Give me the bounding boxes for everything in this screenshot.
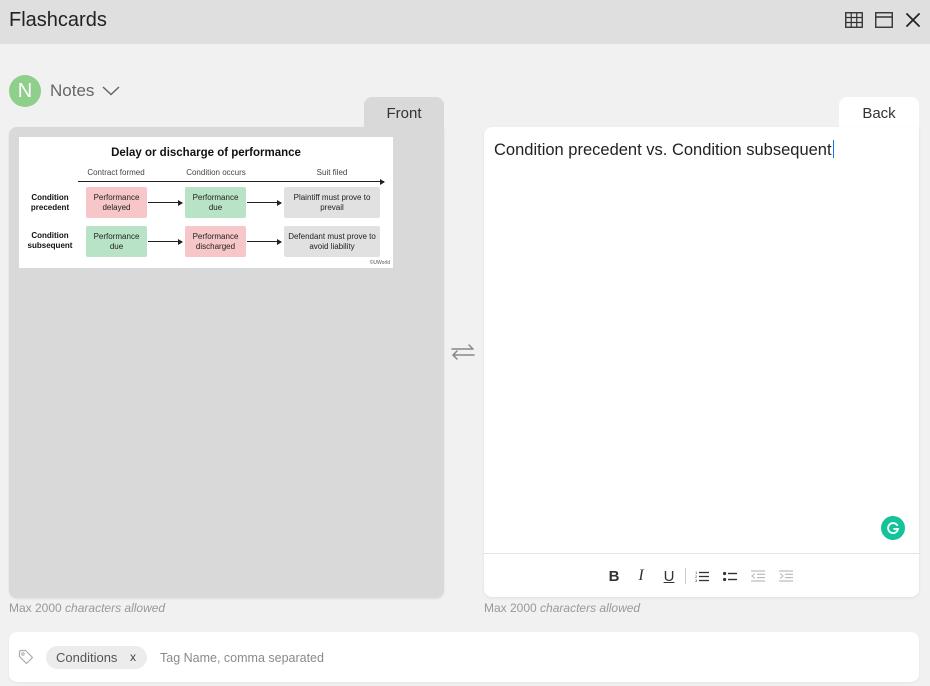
figure-row-label: Condition subsequent: [27, 231, 73, 250]
bulleted-list-icon[interactable]: [720, 566, 740, 586]
front-max-note: Max 2000 characters allowed: [9, 601, 165, 615]
figure-timeline-arrow: [78, 178, 385, 185]
figure-cell: Performance due: [185, 187, 246, 218]
front-max-text: characters allowed: [65, 601, 166, 615]
tag-bar: Conditions x: [9, 632, 919, 682]
italic-button[interactable]: I: [631, 566, 651, 586]
figure-cell: Performance delayed: [86, 187, 147, 218]
grammarly-icon[interactable]: [881, 516, 905, 540]
indent-icon[interactable]: [776, 566, 796, 586]
maximize-icon[interactable]: [874, 10, 894, 30]
deck-avatar: N: [9, 75, 41, 107]
back-text: Condition precedent vs. Condition subseq…: [494, 141, 832, 159]
swap-icon[interactable]: [451, 340, 475, 364]
figure-cell: Performance due: [86, 226, 147, 257]
figure-cell: Defendant must prove to avoid liability: [284, 226, 380, 257]
tag-icon: [18, 649, 34, 665]
figure-arrow: [247, 238, 282, 245]
figure-arrow: [148, 199, 183, 206]
back-max-note: Max 2000 characters allowed: [484, 601, 640, 615]
back-max-text: characters allowed: [540, 601, 641, 615]
window-title: Flashcards: [9, 9, 107, 31]
tag-chip: Conditions x: [46, 646, 147, 669]
chevron-down-icon[interactable]: [102, 86, 120, 96]
editor-toolbar: B I U 123: [484, 553, 919, 597]
figure-column-label: Contract formed: [87, 168, 145, 177]
tag-chip-label: Conditions: [56, 650, 118, 665]
front-max-number: Max 2000: [9, 601, 62, 615]
tag-name-input[interactable]: [160, 646, 660, 669]
back-editor[interactable]: Condition precedent vs. Condition subseq…: [494, 140, 834, 160]
tag-remove-button[interactable]: x: [130, 650, 136, 664]
deck-name: Notes: [50, 81, 95, 100]
svg-text:3: 3: [695, 578, 698, 582]
front-card[interactable]: Delay or discharge of performance Contra…: [9, 127, 444, 598]
tab-back[interactable]: Back: [839, 97, 919, 131]
grid-view-icon[interactable]: [844, 10, 864, 30]
back-card[interactable]: Condition precedent vs. Condition subseq…: [484, 127, 919, 597]
bold-button[interactable]: B: [604, 566, 624, 586]
deck-selector[interactable]: N Notes: [9, 75, 120, 107]
close-icon[interactable]: [903, 10, 923, 30]
figure-arrow: [247, 199, 282, 206]
figure-cell: Performance discharged: [185, 226, 246, 257]
text-caret: [832, 140, 834, 158]
tab-front[interactable]: Front: [364, 97, 444, 131]
toolbar-divider: [685, 568, 686, 584]
underline-button[interactable]: U: [659, 566, 679, 586]
title-bar: Flashcards: [0, 0, 930, 44]
figure-credit: ©UWorld: [369, 260, 390, 266]
figure-column-label: Suit filed: [316, 168, 348, 177]
figure-row-label: Condition precedent: [30, 193, 70, 212]
front-image: Delay or discharge of performance Contra…: [19, 137, 393, 268]
figure-column-label: Condition occurs: [186, 168, 246, 177]
figure-cell: Plaintiff must prove to prevail: [284, 187, 380, 218]
figure-title: Delay or discharge of performance: [111, 147, 301, 159]
back-max-number: Max 2000: [484, 601, 537, 615]
figure-arrow: [148, 238, 183, 245]
ordered-list-icon[interactable]: 123: [692, 566, 712, 586]
outdent-icon[interactable]: [748, 566, 768, 586]
